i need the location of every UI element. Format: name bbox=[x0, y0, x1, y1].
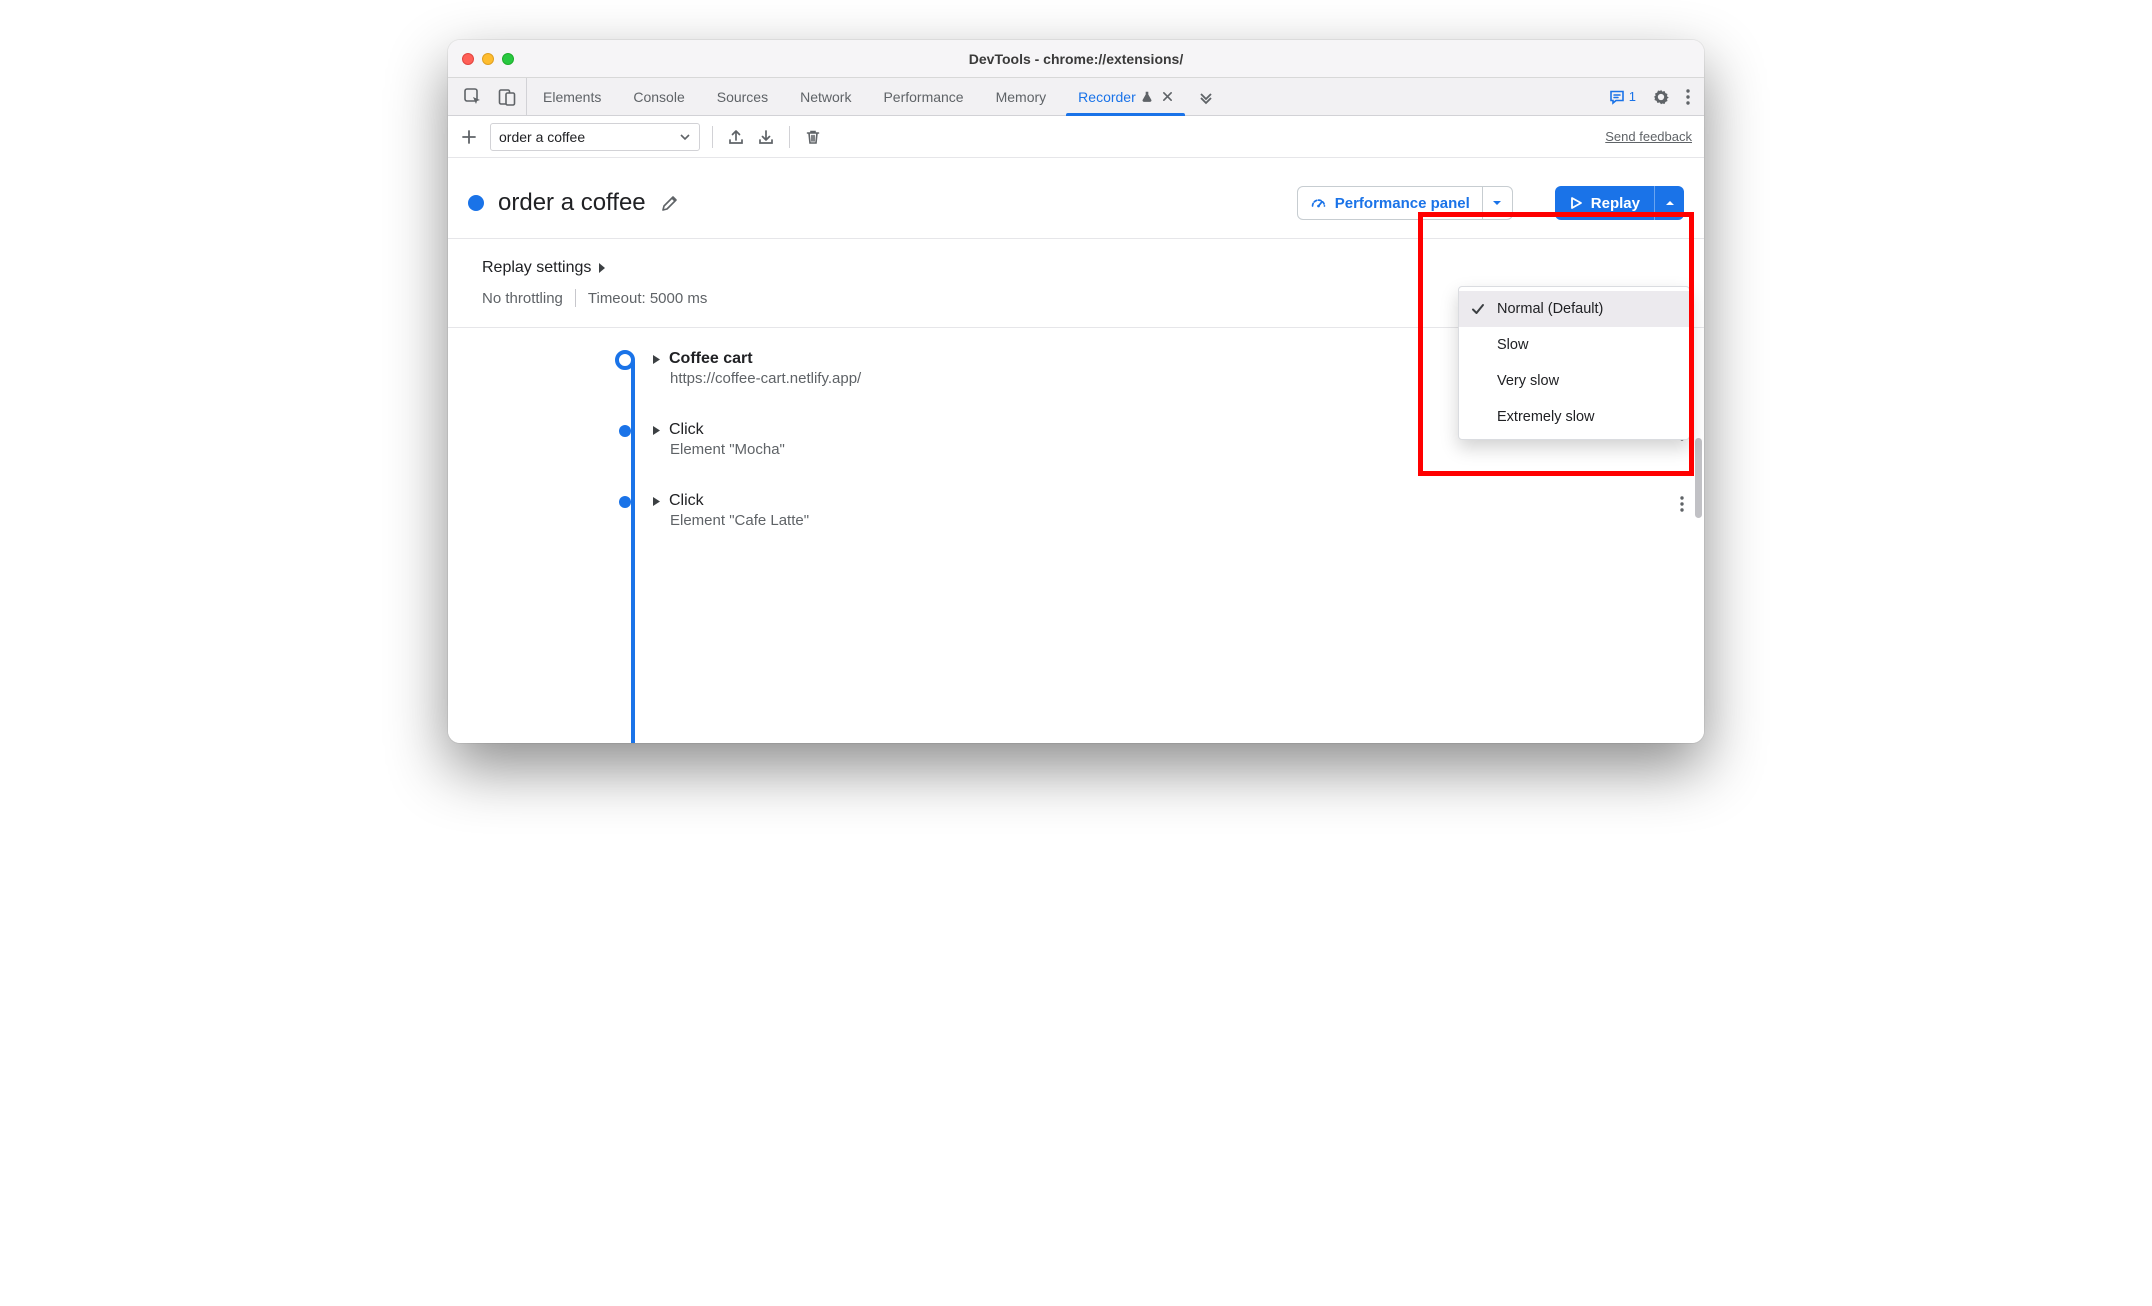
performance-panel-button[interactable]: Performance panel bbox=[1298, 187, 1482, 219]
inspect-group bbox=[448, 78, 527, 115]
replay-speed-option[interactable]: Extremely slow bbox=[1459, 399, 1689, 435]
tab-network[interactable]: Network bbox=[784, 78, 867, 115]
settings-gear-icon[interactable] bbox=[1652, 88, 1670, 106]
tabbar-right: 1 bbox=[1609, 78, 1704, 115]
replay-speed-label: Slow bbox=[1497, 337, 1528, 353]
toolbar-separator bbox=[789, 126, 790, 148]
inspect-element-icon[interactable] bbox=[462, 86, 484, 108]
step-more-icon[interactable] bbox=[1680, 496, 1684, 512]
experiment-icon bbox=[1140, 90, 1154, 104]
replay-settings-label: Replay settings bbox=[482, 259, 591, 277]
toolbar-separator bbox=[712, 126, 713, 148]
export-icon[interactable] bbox=[725, 126, 747, 148]
step-subtitle: Element "Cafe Latte" bbox=[670, 512, 809, 529]
chat-icon bbox=[1609, 89, 1625, 105]
performance-panel-dropdown[interactable] bbox=[1482, 187, 1512, 219]
replay-button-group: Replay bbox=[1555, 186, 1684, 220]
recorder-toolbar: order a coffee Send feedback bbox=[448, 116, 1704, 158]
step-subtitle: Element "Mocha" bbox=[670, 441, 785, 458]
timeout-value: Timeout: 5000 ms bbox=[588, 290, 708, 307]
import-icon[interactable] bbox=[755, 126, 777, 148]
step-title: Click bbox=[669, 421, 704, 439]
separator bbox=[575, 289, 576, 307]
step-item[interactable]: Click Element "Cafe Latte" bbox=[618, 492, 1684, 529]
tab-elements[interactable]: Elements bbox=[527, 78, 617, 115]
check-icon bbox=[1469, 302, 1487, 316]
tabs-overflow-icon[interactable] bbox=[1189, 78, 1223, 115]
play-icon bbox=[1569, 196, 1583, 210]
more-icon[interactable] bbox=[1686, 89, 1690, 105]
replay-settings-toggle[interactable]: Replay settings bbox=[482, 259, 1670, 277]
recording-select-label: order a coffee bbox=[499, 129, 585, 145]
delete-icon[interactable] bbox=[802, 126, 824, 148]
tabbar: Elements Console Sources Network Perform… bbox=[448, 78, 1704, 116]
step-title: Click bbox=[669, 492, 704, 510]
window-minimize-button[interactable] bbox=[482, 53, 494, 65]
issues-button[interactable]: 1 bbox=[1609, 89, 1636, 105]
step-node-icon bbox=[615, 350, 635, 370]
tab-console[interactable]: Console bbox=[617, 78, 700, 115]
recording-name: order a coffee bbox=[498, 189, 646, 217]
tab-recorder[interactable]: Recorder bbox=[1062, 78, 1189, 115]
replay-speed-option[interactable]: Slow bbox=[1459, 327, 1689, 363]
chevron-right-icon bbox=[597, 262, 607, 274]
replay-speed-label: Normal (Default) bbox=[1497, 301, 1603, 317]
send-feedback-link[interactable]: Send feedback bbox=[1605, 129, 1692, 144]
window-close-button[interactable] bbox=[462, 53, 474, 65]
new-recording-button[interactable] bbox=[456, 124, 482, 150]
expand-icon[interactable] bbox=[652, 354, 661, 365]
tab-sources[interactable]: Sources bbox=[701, 78, 784, 115]
chevron-down-icon bbox=[679, 131, 691, 143]
performance-panel-button-group: Performance panel bbox=[1297, 186, 1513, 220]
window-maximize-button[interactable] bbox=[502, 53, 514, 65]
step-subtitle: https://coffee-cart.netlify.app/ bbox=[670, 370, 861, 387]
replay-speed-option[interactable]: Very slow bbox=[1459, 363, 1689, 399]
gauge-icon bbox=[1310, 195, 1327, 212]
tab-performance[interactable]: Performance bbox=[867, 78, 979, 115]
recording-header: order a coffee Performance panel Repl bbox=[448, 158, 1704, 238]
replay-speed-menu: Normal (Default) Slow Very slow Extremel… bbox=[1458, 286, 1690, 440]
step-title: Coffee cart bbox=[669, 350, 753, 368]
devtools-window: DevTools - chrome://extensions/ Elements… bbox=[448, 40, 1704, 743]
replay-speed-label: Very slow bbox=[1497, 373, 1559, 389]
replay-button[interactable]: Replay bbox=[1555, 186, 1654, 220]
edit-name-icon[interactable] bbox=[660, 193, 680, 213]
device-toggle-icon[interactable] bbox=[496, 86, 518, 108]
tabs: Elements Console Sources Network Perform… bbox=[527, 78, 1189, 115]
traffic-lights bbox=[448, 53, 514, 65]
replay-label: Replay bbox=[1591, 195, 1640, 212]
replay-dropdown-toggle[interactable] bbox=[1654, 186, 1684, 220]
step-node-icon bbox=[619, 496, 631, 508]
step-node-icon bbox=[619, 425, 631, 437]
performance-panel-label: Performance panel bbox=[1335, 195, 1470, 212]
recording-select[interactable]: order a coffee bbox=[490, 123, 700, 151]
scrollbar-thumb[interactable] bbox=[1695, 438, 1702, 518]
throttling-value: No throttling bbox=[482, 290, 563, 307]
titlebar: DevTools - chrome://extensions/ bbox=[448, 40, 1704, 78]
expand-icon[interactable] bbox=[652, 496, 661, 507]
recording-status-dot bbox=[468, 195, 484, 211]
replay-speed-option[interactable]: Normal (Default) bbox=[1459, 291, 1689, 327]
tab-memory[interactable]: Memory bbox=[980, 78, 1063, 115]
window-title: DevTools - chrome://extensions/ bbox=[448, 51, 1704, 67]
replay-speed-label: Extremely slow bbox=[1497, 409, 1595, 425]
issues-count: 1 bbox=[1629, 89, 1636, 104]
close-icon[interactable] bbox=[1162, 91, 1173, 102]
expand-icon[interactable] bbox=[652, 425, 661, 436]
timeline-rail bbox=[631, 360, 635, 743]
